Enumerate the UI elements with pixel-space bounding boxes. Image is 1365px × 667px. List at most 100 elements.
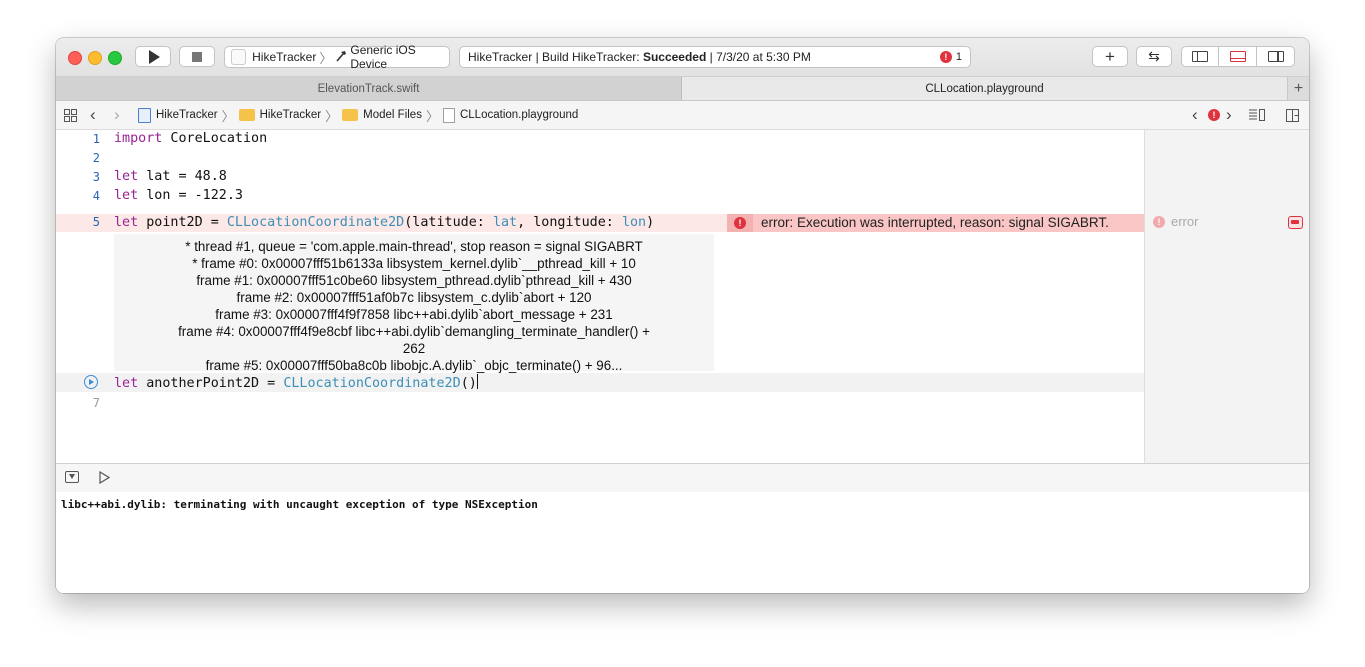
code-line-6: let anotherPoint2D = CLLocationCoordinat… — [114, 374, 478, 391]
status-error-indicator[interactable]: ! 1 — [939, 51, 962, 63]
stack-trace-line: * thread #1, queue = 'com.apple.main-thr… — [185, 239, 643, 254]
console-output[interactable]: libc++abi.dylib: terminating with uncaug… — [56, 492, 1309, 593]
hide-debug-area-button[interactable] — [65, 471, 79, 483]
execute-playground-button[interactable] — [99, 470, 111, 489]
forward-button[interactable]: › — [114, 101, 120, 129]
stop-icon — [192, 51, 202, 62]
app-icon — [231, 49, 247, 65]
issue-indicator[interactable]: ! — [1208, 101, 1220, 129]
console-line: libc++abi.dylib: terminating with uncaug… — [61, 498, 538, 511]
stack-trace-line: frame #5: 0x00007fff50ba8c0b libobjc.A.d… — [205, 358, 623, 373]
grid-icon — [64, 108, 77, 122]
code-review-button[interactable]: ⇆ — [1136, 46, 1172, 67]
line-number: 4 — [92, 189, 100, 203]
error-icon: ! — [1208, 109, 1220, 121]
error-annotation[interactable]: ! error: Execution was interrupted, reas… — [727, 214, 1144, 232]
tab-bar: ElevationTrack.swift CLLocation.playgrou… — [56, 77, 1309, 101]
argument: lat — [492, 215, 518, 230]
folder-icon — [342, 109, 359, 121]
breadcrumb-group[interactable]: HikeTracker — [238, 109, 322, 121]
status-prefix: HikeTracker | Build HikeTracker: — [468, 50, 643, 64]
result-toggle-button[interactable] — [1288, 216, 1303, 229]
hammer-icon — [335, 50, 347, 65]
navigator-panel-icon — [1192, 51, 1208, 62]
new-tab-button[interactable]: + — [1287, 77, 1309, 100]
add-library-button[interactable]: + — [1092, 46, 1128, 67]
add-editor-button[interactable] — [1286, 101, 1299, 129]
breadcrumb-label: Model Files — [363, 109, 422, 121]
code-text: , longitude: — [517, 215, 622, 230]
toggle-navigator-button[interactable] — [1181, 46, 1219, 67]
code-text: ) — [646, 215, 655, 230]
lines-icon — [1249, 109, 1265, 121]
close-window-button[interactable] — [68, 51, 82, 65]
toggle-inspector-button[interactable] — [1257, 46, 1295, 67]
zoom-window-button[interactable] — [108, 51, 122, 65]
scheme-selector[interactable]: HikeTracker 〉 Generic iOS Device — [224, 43, 450, 71]
results-sidebar: ! error — [1144, 130, 1309, 463]
next-issue-button[interactable]: › — [1226, 101, 1232, 129]
code-text: point2D = — [138, 215, 227, 230]
error-message: error: Execution was interrupted, reason… — [761, 215, 1109, 230]
stack-trace-line: frame #2: 0x00007fff51af0b7c libsystem_c… — [236, 290, 592, 305]
keyword: import — [114, 131, 163, 146]
error-icon: ! — [734, 217, 746, 229]
line-number: 5 — [92, 215, 100, 229]
code-text: CoreLocation — [162, 131, 268, 146]
run-line-icon[interactable] — [84, 375, 98, 389]
toolbar: HikeTracker 〉 Generic iOS Device HikeTra… — [56, 38, 1309, 77]
scheme-device: Generic iOS Device — [350, 43, 416, 71]
result-error-label: error — [1171, 214, 1199, 229]
run-button[interactable] — [135, 46, 171, 67]
error-icon-box: ! — [727, 214, 753, 232]
play-outline-icon — [99, 470, 111, 485]
xcode-window: HikeTracker 〉 Generic iOS Device HikeTra… — [56, 38, 1309, 593]
previous-issue-button[interactable]: ‹ — [1192, 101, 1198, 129]
tab-cllocation[interactable]: CLLocation.playground — [682, 77, 1287, 100]
code-text: lat = 48.8 — [138, 169, 227, 184]
keyword: let — [114, 376, 139, 391]
breadcrumb-label: HikeTracker — [259, 109, 322, 121]
inspector-panel-icon — [1267, 51, 1284, 62]
split-editor-icon — [1286, 108, 1299, 122]
keyword: let — [114, 169, 139, 184]
code-text: () — [460, 376, 477, 391]
jump-bar: ‹ › HikeTracker 〉 HikeTracker 〉 Model Fi… — [56, 101, 1309, 130]
stack-trace-line: 262 — [402, 341, 426, 356]
source-editor[interactable]: 1 import CoreLocation 2 3 let lat = 48.8… — [56, 130, 1144, 463]
code-line-3: let lat = 48.8 — [114, 169, 227, 184]
line-number: 3 — [92, 170, 100, 184]
stop-button[interactable] — [179, 46, 215, 67]
code-text: anotherPoint2D = — [138, 376, 284, 391]
toggle-debug-area-button[interactable] — [1219, 46, 1257, 67]
minimize-window-button[interactable] — [88, 51, 102, 65]
chevron-down-icon — [69, 474, 75, 479]
chevron-right-icon: 〉 — [425, 108, 439, 124]
code-line-5: let point2D = CLLocationCoordinate2D(lat… — [114, 215, 654, 230]
code-line-1: import CoreLocation — [114, 131, 267, 146]
stack-trace-line: frame #1: 0x00007fff51c0be60 libsystem_p… — [196, 273, 632, 288]
debug-panel-icon — [1229, 51, 1246, 62]
tab-elevationtrack[interactable]: ElevationTrack.swift — [56, 77, 682, 100]
related-items-button[interactable] — [64, 101, 77, 129]
breadcrumb-folder[interactable]: Model Files — [342, 109, 422, 121]
text-cursor — [476, 374, 478, 389]
folder-icon — [238, 109, 255, 121]
back-button[interactable]: ‹ — [90, 101, 96, 129]
line-number: 2 — [92, 151, 100, 165]
line-number: 1 — [92, 132, 100, 146]
breadcrumb-project[interactable]: HikeTracker — [138, 107, 218, 123]
editor-options-button[interactable] — [1249, 101, 1265, 129]
stack-trace-panel: * thread #1, queue = 'com.apple.main-thr… — [114, 234, 714, 373]
argument: lon — [621, 215, 647, 230]
result-error-icon: ! — [1153, 216, 1165, 228]
chevron-right-icon: 〉 — [221, 108, 235, 124]
result-view-icon — [1291, 220, 1299, 224]
code-line-4: let lon = -122.3 — [114, 188, 243, 203]
type-name: CLLocationCoordinate2D — [283, 376, 461, 391]
play-icon — [148, 49, 160, 64]
breadcrumb-file[interactable]: CLLocation.playground — [442, 107, 578, 123]
scheme-target: HikeTracker — [252, 50, 317, 64]
project-icon — [138, 107, 151, 123]
code-text: (latitude: — [404, 215, 493, 230]
